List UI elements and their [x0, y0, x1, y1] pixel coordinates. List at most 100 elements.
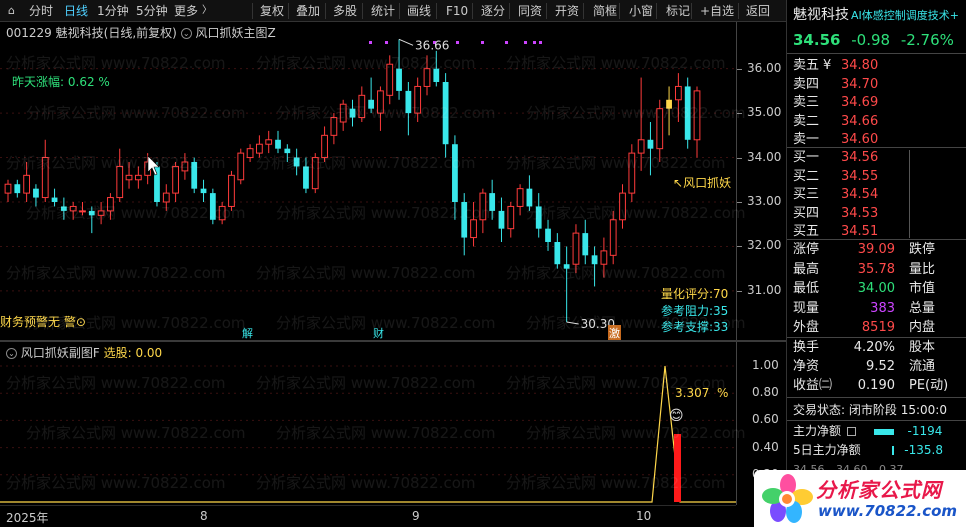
stat2-label2: 流通: [909, 359, 936, 374]
toolbar-separator: [288, 3, 289, 19]
toolbar-item-2[interactable]: 1分钟: [97, 2, 129, 20]
event-marker-incentive[interactable]: 激: [608, 325, 621, 341]
toolbar-item-18[interactable]: 返回: [746, 2, 770, 20]
sub-indicator-name[interactable]: 风口抓妖副图F: [21, 346, 100, 360]
toolbar-item-10[interactable]: F10: [446, 2, 468, 20]
quote-panel: 魅视科技 AI体感控制调度技术+ 34.56 -0.98 -2.76% 卖五 ¥3…: [786, 0, 966, 527]
toolbar-item-15[interactable]: 小窗: [629, 2, 653, 20]
candle: [293, 148, 300, 176]
time-axis: 2025年 8 9 10: [0, 505, 736, 527]
sub-dropdown-icon[interactable]: ⌄: [6, 348, 17, 359]
ask-label: 卖一: [793, 132, 820, 147]
candle-body: [181, 161, 189, 172]
candle-body: [666, 99, 672, 109]
toolbar-separator: [691, 3, 692, 19]
bid-row[interactable]: 买二 34.55: [793, 167, 878, 187]
ask-row[interactable]: 卖四 34.70: [793, 75, 878, 95]
candle-body: [284, 148, 291, 154]
bid-row[interactable]: 买一 34.56: [793, 148, 878, 168]
toolbar-separator: [509, 3, 510, 19]
toolbar-item-16[interactable]: 标记: [666, 2, 690, 20]
candle-body: [535, 206, 542, 229]
toolbar-item-0[interactable]: 分时: [29, 2, 53, 20]
candle: [265, 130, 273, 154]
main-indicator-name[interactable]: 风口抓妖主图Z: [196, 26, 276, 40]
candle-body: [218, 205, 226, 221]
toolbar-item-11[interactable]: 逐分: [481, 2, 505, 20]
toolbar-item-17[interactable]: +自选: [700, 2, 734, 20]
candle-body: [507, 205, 515, 230]
prev-change-label: 昨天涨幅:: [12, 75, 65, 89]
main-flow-5d-value: -135.8: [904, 443, 943, 457]
candle: [88, 206, 95, 234]
toolbar-item-1[interactable]: 日线: [64, 2, 88, 20]
candle-body: [684, 86, 691, 140]
candle: [321, 126, 328, 162]
more-arrow-icon[interactable]: 〉: [202, 2, 212, 20]
signal-label-text: 风口抓妖: [683, 176, 732, 190]
ask-row[interactable]: 卖二 34.66: [793, 112, 878, 132]
toolbar-item-4[interactable]: 更多: [174, 2, 198, 20]
toolbar-item-6[interactable]: 叠加: [296, 2, 320, 20]
bid-row[interactable]: 买三 34.54: [793, 185, 878, 205]
stat-label: 涨停: [793, 242, 820, 257]
candle: [51, 188, 58, 207]
quote-price: 34.56: [793, 31, 841, 49]
ask-row[interactable]: 卖五 ¥34.80: [793, 56, 878, 76]
toolbar-item-7[interactable]: 多股: [333, 2, 357, 20]
candle-body: [162, 192, 170, 203]
period-label: (日线,前复权): [103, 26, 177, 40]
toolbar-item-14[interactable]: 简框: [593, 2, 617, 20]
event-marker-unlock[interactable]: 解: [242, 325, 253, 341]
toolbar-separator: [325, 3, 326, 19]
main-chart-panel[interactable]: 36.66 30.30 001229 魅视科技(日线,前复权) ⌄ 风口抓妖主图Z…: [0, 22, 736, 341]
stat-value: 383: [870, 300, 895, 316]
price-tick: 32.00: [747, 238, 782, 253]
candle: [479, 188, 487, 234]
price-tick-mark: [737, 113, 742, 115]
sub-chart-panel[interactable]: ⌄ 风口抓妖副图F 选股: 0.00 3.307 % 😊: [0, 342, 736, 505]
toolbar-item-9[interactable]: 画线: [407, 2, 431, 20]
bid-label: 买三: [793, 187, 820, 202]
home-icon[interactable]: ⌂: [8, 2, 15, 20]
candle-body: [647, 139, 654, 149]
main-flow-5d-label: 5日主力净额: [793, 443, 861, 457]
toolbar-item-3[interactable]: 5分钟: [136, 2, 168, 20]
toolbar-item-8[interactable]: 统计: [371, 2, 395, 20]
stat2-label: 收益㈡: [793, 378, 833, 393]
candle: [619, 184, 626, 229]
toolbar-item-13[interactable]: 开资: [555, 2, 579, 20]
price-tick-mark: [737, 202, 742, 203]
candle-body: [69, 205, 77, 212]
flow-detail-icon[interactable]: [846, 427, 856, 436]
ask-row[interactable]: 卖三 34.69: [793, 93, 878, 113]
candle: [386, 55, 394, 105]
ask-label: 卖三: [793, 95, 820, 110]
sub-chart-svg[interactable]: [0, 342, 736, 505]
candle-body: [60, 206, 67, 211]
sub-indicator-bar: [674, 434, 681, 502]
candle-body: [423, 68, 431, 87]
main-chart-svg[interactable]: 36.6630.30: [0, 22, 736, 340]
stat2-row: 净资 9.52 流通: [793, 357, 963, 377]
candle: [637, 77, 645, 171]
toolbar-item-5[interactable]: 复权: [260, 2, 284, 20]
concept-ticker[interactable]: AI体感控制调度技术+: [851, 6, 959, 26]
ask-label: 卖二: [793, 113, 820, 129]
candle-body: [545, 228, 551, 242]
candle: [526, 175, 533, 211]
candle-body: [554, 242, 561, 265]
bid-label: 买二: [793, 168, 820, 184]
candle-body: [600, 250, 608, 265]
event-marker-finance[interactable]: 财: [373, 325, 384, 341]
candle-body: [33, 188, 39, 198]
stat-label2: 市值: [909, 281, 936, 296]
dropdown-icon[interactable]: ⌄: [180, 28, 192, 39]
ask-price: 34.69: [841, 95, 879, 110]
candle-body: [97, 210, 105, 216]
time-label-year: 2025年: [6, 511, 49, 525]
toolbar-separator: [252, 3, 253, 19]
candle: [572, 224, 580, 274]
toolbar-item-12[interactable]: 同资: [518, 2, 542, 20]
bid-row[interactable]: 买四 34.53: [793, 204, 878, 224]
